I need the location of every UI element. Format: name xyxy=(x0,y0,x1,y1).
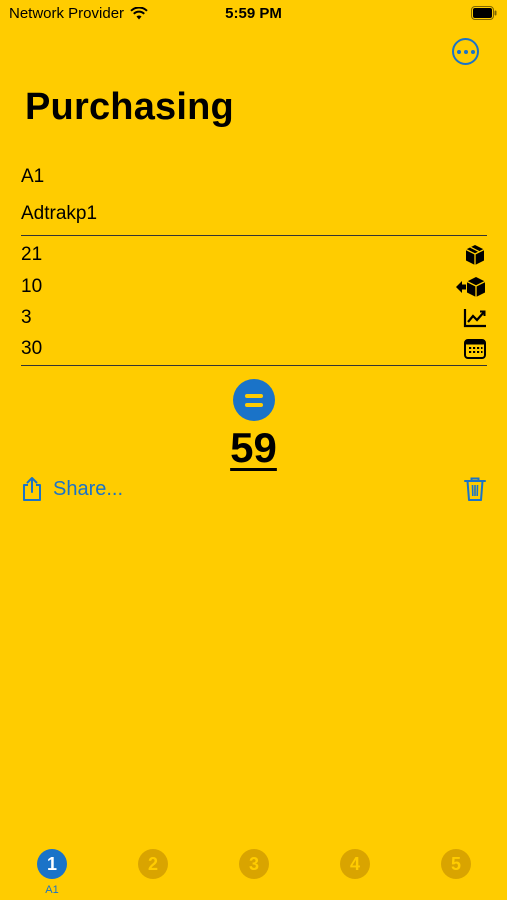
tab-4[interactable]: 4 xyxy=(340,849,370,879)
result-value: 59 xyxy=(0,424,507,472)
page-title: Purchasing xyxy=(25,86,234,128)
share-button[interactable]: Share... xyxy=(21,476,123,502)
row-trend-value[interactable]: 3 xyxy=(21,307,32,329)
tab-5[interactable]: 5 xyxy=(441,849,471,879)
more-options-icon[interactable] xyxy=(452,38,479,65)
row-stock[interactable]: 21 xyxy=(21,240,487,270)
share-label: Share... xyxy=(53,477,124,500)
row-days[interactable]: 30 xyxy=(21,334,487,364)
row-stock-value[interactable]: 21 xyxy=(21,244,42,266)
tab-2-number: 2 xyxy=(147,853,158,874)
row-transfer-value[interactable]: 10 xyxy=(21,276,42,298)
box-icon xyxy=(463,243,487,267)
tab-3-number: 3 xyxy=(248,853,259,874)
divider-bottom xyxy=(21,365,487,366)
tab-1-number: 1 xyxy=(46,853,57,874)
tab-4-number: 4 xyxy=(349,853,360,874)
equals-button[interactable] xyxy=(233,379,275,421)
trash-icon[interactable] xyxy=(463,476,487,502)
item-code-field[interactable]: A1 xyxy=(21,166,44,188)
tab-2[interactable]: 2 xyxy=(138,849,168,879)
tab-5-number: 5 xyxy=(450,853,461,874)
row-days-value[interactable]: 30 xyxy=(21,338,42,360)
tab-1-label: A1 xyxy=(45,884,59,896)
item-name-field[interactable]: Adtrakp1 xyxy=(21,203,97,225)
status-time: 5:59 PM xyxy=(225,5,282,22)
tab-3[interactable]: 3 xyxy=(239,849,269,879)
share-icon xyxy=(23,477,41,501)
tab-1[interactable]: 1 xyxy=(37,849,67,879)
box-transfer-icon xyxy=(455,275,487,299)
divider-top xyxy=(21,235,487,236)
chart-line-icon xyxy=(463,306,487,330)
result-number: 59 xyxy=(230,424,277,471)
calendar-icon xyxy=(463,337,487,361)
row-trend[interactable]: 3 xyxy=(21,303,487,333)
battery-icon xyxy=(471,6,497,20)
row-transfer[interactable]: 10 xyxy=(21,272,487,302)
